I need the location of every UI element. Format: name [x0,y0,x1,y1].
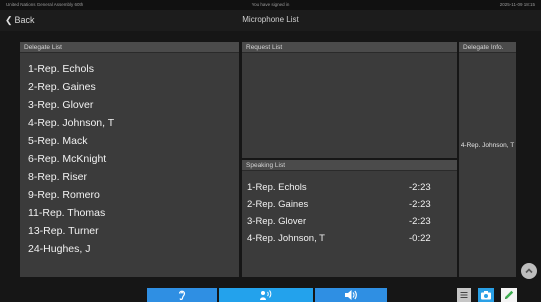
edit-button[interactable] [501,288,517,302]
speaker-name: 2-Rep. Gaines [247,199,309,210]
request-list-panel: Request List [242,42,457,158]
scroll-up-button[interactable] [521,263,537,279]
speaker-time: -0:22 [409,233,431,244]
status-bar: United Nations General Assembly 60th You… [0,0,541,10]
delegate-item[interactable]: 11-Rep. Thomas [28,204,233,222]
title-bar: ❮ Back Microphone List [0,10,541,31]
delegate-item[interactable]: 2-Rep. Gaines [28,78,233,96]
speaking-item[interactable]: 3-Rep. Glover -2:23 [247,213,452,230]
delegate-list-header: Delegate List [20,42,239,53]
speaking-list: 1-Rep. Echols -2:23 2-Rep. Gaines -2:23 … [247,179,452,247]
listen-button[interactable] [147,288,217,302]
list-icon [460,292,468,298]
page-title: Microphone List [242,15,299,24]
speaker-name: 1-Rep. Echols [247,182,307,193]
delegate-item[interactable]: 9-Rep. Romero [28,186,233,204]
delegate-item[interactable]: 3-Rep. Glover [28,96,233,114]
delegate-item[interactable]: 4-Rep. Johnson, T [28,114,233,132]
selected-delegate: 4-Rep. Johnson, T [460,142,515,149]
delegate-list: 1-Rep. Echols 2-Rep. Gaines 3-Rep. Glove… [28,60,233,258]
camera-button[interactable] [478,288,494,302]
delegate-item[interactable]: 6-Rep. McKnight [28,150,233,168]
delegate-item[interactable]: 13-Rep. Turner [28,222,233,240]
volume-button[interactable] [315,288,387,302]
speaking-icon [260,290,272,300]
ear-icon [178,290,186,300]
delegate-list-panel: Delegate List 1-Rep. Echols 2-Rep. Gaine… [20,42,239,277]
speaking-item[interactable]: 4-Rep. Johnson, T -0:22 [247,230,452,247]
camera-icon [481,291,491,300]
speaker-name: 3-Rep. Glover [247,216,307,227]
edit-icon [505,290,514,299]
volume-icon [345,290,357,300]
delegate-info-panel: Delegate Info. 4-Rep. Johnson, T [459,42,516,277]
speaking-item[interactable]: 1-Rep. Echols -2:23 [247,179,452,196]
list-button[interactable] [457,288,471,302]
delegate-item[interactable]: 5-Rep. Mack [28,132,233,150]
delegate-item[interactable]: 8-Rep. Riser [28,168,233,186]
speaking-list-header: Speaking List [242,160,457,171]
delegate-item[interactable]: 24-Hughes, J [28,240,233,258]
status-clock: 2025-11-09 18:15 [499,2,535,7]
speak-button[interactable] [219,288,313,302]
speaker-name: 4-Rep. Johnson, T [247,233,325,244]
delegate-item[interactable]: 1-Rep. Echols [28,60,233,78]
bottom-toolbar [0,286,541,302]
status-center-text: You have signed in [251,2,290,7]
request-list-header: Request List [242,42,457,53]
speaking-item[interactable]: 2-Rep. Gaines -2:23 [247,196,452,213]
speaker-time: -2:23 [409,199,431,210]
speaker-time: -2:23 [409,216,431,227]
chevron-up-icon [525,268,533,274]
delegate-info-header: Delegate Info. [459,42,516,53]
speaker-time: -2:23 [409,182,431,193]
speaking-list-panel: Speaking List 1-Rep. Echols -2:23 2-Rep.… [242,160,457,277]
